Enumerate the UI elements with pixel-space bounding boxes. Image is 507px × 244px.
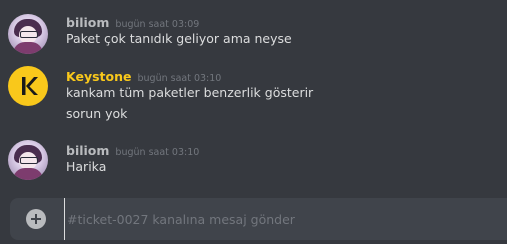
bot-avatar[interactable]	[8, 66, 48, 106]
user-avatar[interactable]	[8, 14, 48, 54]
author-name[interactable]: Keystone	[66, 69, 131, 84]
message-text: Harika	[66, 159, 107, 174]
author-name[interactable]: biliom	[66, 15, 109, 30]
message-group: biliom bugün saat 03:10 Harika	[0, 134, 507, 184]
message-text: kankam tüm paketler benzerlik gösterir	[66, 85, 314, 100]
message-text: Paket çok tanıdık geliyor ama neyse	[66, 31, 292, 46]
message-timestamp: bugün saat 03:10	[137, 73, 222, 84]
add-attachment-button[interactable]	[26, 209, 46, 229]
chat-area: biliom bugün saat 03:09 Paket çok tanıdık…	[0, 0, 507, 244]
message-group: biliom bugün saat 03:09 Paket çok tanıdık…	[0, 0, 507, 60]
user-avatar[interactable]	[8, 140, 48, 180]
message-composer	[10, 198, 507, 240]
message-text: sorun yok	[66, 106, 128, 121]
author-name[interactable]: biliom	[66, 143, 109, 158]
message-timestamp: bugün saat 03:10	[115, 147, 200, 158]
keystone-logo-icon	[22, 77, 38, 95]
message-group: Keystone bugün saat 03:10 kankam tüm pake…	[0, 58, 507, 134]
message-timestamp: bugün saat 03:09	[115, 19, 200, 30]
message-input[interactable]	[64, 198, 497, 240]
